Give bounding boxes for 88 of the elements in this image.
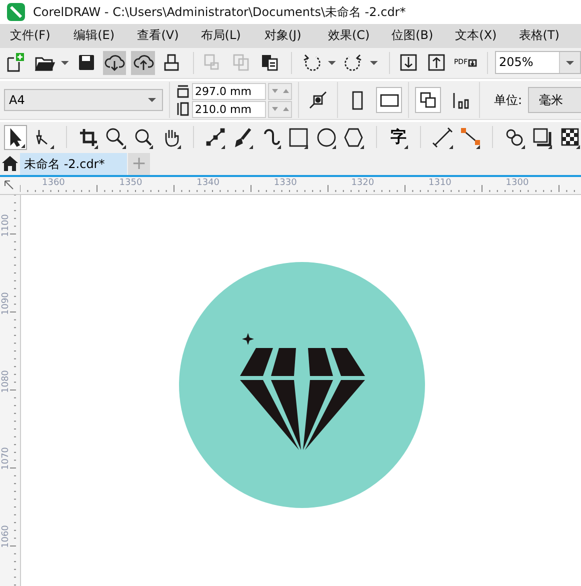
corner-triangle-icon: [520, 144, 525, 149]
crop-icon: [78, 126, 99, 148]
corner-triangle-icon: [21, 144, 25, 148]
ruler-label: 1310: [428, 178, 452, 188]
ruler-label: 1100: [1, 215, 11, 237]
ruler-label: 1340: [196, 178, 220, 188]
corner-triangle-icon: [548, 144, 552, 149]
dimension-icon: [432, 126, 454, 148]
corner-triangle-icon: [221, 144, 226, 149]
menu-item[interactable]: 编辑(E): [66, 27, 130, 44]
circle-icon: [316, 126, 337, 148]
spin-arrows-icon: [270, 106, 290, 112]
checkerboard-icon: [560, 126, 581, 148]
blend-icon: [504, 126, 526, 148]
menu-item[interactable]: 查看(V): [129, 27, 193, 44]
search-icon: [133, 126, 154, 148]
ruler-label: 1300: [506, 178, 529, 188]
text-tool-button[interactable]: 字: [387, 124, 410, 150]
home-icon: [2, 156, 18, 172]
ruler-label: 1060: [1, 526, 11, 548]
corner-triangle-icon: [404, 144, 408, 149]
caret-icon[interactable]: [370, 60, 378, 65]
redo-icon: [342, 52, 364, 74]
ruler-label: 1360: [42, 178, 65, 188]
caret-icon: [148, 98, 156, 102]
spin-arrows-icon: [270, 88, 290, 94]
menu-item[interactable]: 表格(T): [510, 27, 574, 44]
menu-item[interactable]: 布局(L): [192, 27, 256, 44]
window-title: CorelDRAW - C:\Users\Administrator\Documents\未命名 -2.cdr*: [33, 4, 406, 21]
all-pages-button[interactable]: [415, 87, 441, 114]
connector-icon: [460, 126, 481, 148]
corner-triangle-icon: [360, 144, 364, 149]
paste-icon: [259, 52, 280, 74]
menu-item[interactable]: 效果(C): [320, 27, 384, 44]
page-size-dropdown[interactable]: A4: [4, 89, 163, 112]
new-document-icon: [5, 52, 26, 74]
import-icon: [398, 52, 419, 74]
cloud-download-button[interactable]: [103, 50, 126, 75]
corner-triangle-icon: [50, 144, 54, 149]
ruler-label: 1090: [1, 292, 11, 315]
corner-triangle-icon: [576, 144, 580, 149]
dimension-tool-button[interactable]: [432, 124, 454, 150]
drop-shadow-icon: [532, 126, 553, 148]
corner-triangle-icon: [476, 144, 480, 149]
line-icon: [205, 126, 226, 148]
ruler-label: 1320: [351, 178, 374, 188]
menu-item[interactable]: 位图(B): [384, 27, 448, 44]
app-logo-icon: [7, 3, 25, 22]
sparkle-icon: [242, 333, 254, 345]
ruler-origin-icon: [4, 180, 16, 190]
export-icon: [468, 58, 477, 67]
landscape-button[interactable]: [376, 87, 402, 114]
square-icon: [288, 126, 310, 148]
document-tab[interactable]: 未命名 -2.cdr*: [20, 152, 127, 175]
corner-triangle-icon: [448, 144, 453, 149]
corner-triangle-icon: [149, 144, 154, 149]
menu-item[interactable]: 对象(J): [256, 27, 320, 44]
ruler-label: 1330: [274, 178, 297, 188]
brush-icon: [232, 126, 254, 148]
unit-label: 单位:: [494, 92, 522, 109]
page-height-icon: [176, 102, 190, 116]
input-field[interactable]: 297.0 mm: [192, 82, 266, 100]
corner-triangle-icon: [122, 144, 126, 149]
cloud-upload-button[interactable]: [131, 50, 155, 75]
zoom-icon: [105, 126, 126, 148]
caret-icon: [566, 60, 574, 65]
pick-tool-button[interactable]: [4, 124, 27, 150]
caret-icon[interactable]: [60, 60, 69, 65]
zoom-dropdown[interactable]: 205%: [494, 51, 581, 74]
node-icon: [308, 90, 328, 110]
corner-triangle-icon: [332, 144, 336, 149]
corner-triangle-icon: [276, 144, 281, 149]
menu-item[interactable]: 文件(F): [2, 27, 66, 44]
hexagon-icon: [343, 126, 364, 148]
unit-dropdown[interactable]: 毫米: [528, 87, 581, 114]
corner-triangle-icon: [94, 144, 98, 149]
ruler-label: 1080: [1, 370, 11, 393]
page-width-icon: [176, 84, 190, 98]
export-icon: [426, 52, 448, 74]
corner-triangle-icon: [176, 144, 181, 149]
corner-triangle-icon: [304, 144, 308, 149]
menu-item[interactable]: 文本(X): [447, 27, 511, 44]
ruler-label: 1070: [1, 448, 11, 470]
corner-triangle-icon: [249, 144, 254, 149]
input-field[interactable]: 210.0 mm: [192, 100, 266, 118]
ruler-label: 1350: [119, 178, 142, 188]
cloud-download-icon: [104, 52, 126, 74]
caret-icon[interactable]: [328, 60, 336, 65]
